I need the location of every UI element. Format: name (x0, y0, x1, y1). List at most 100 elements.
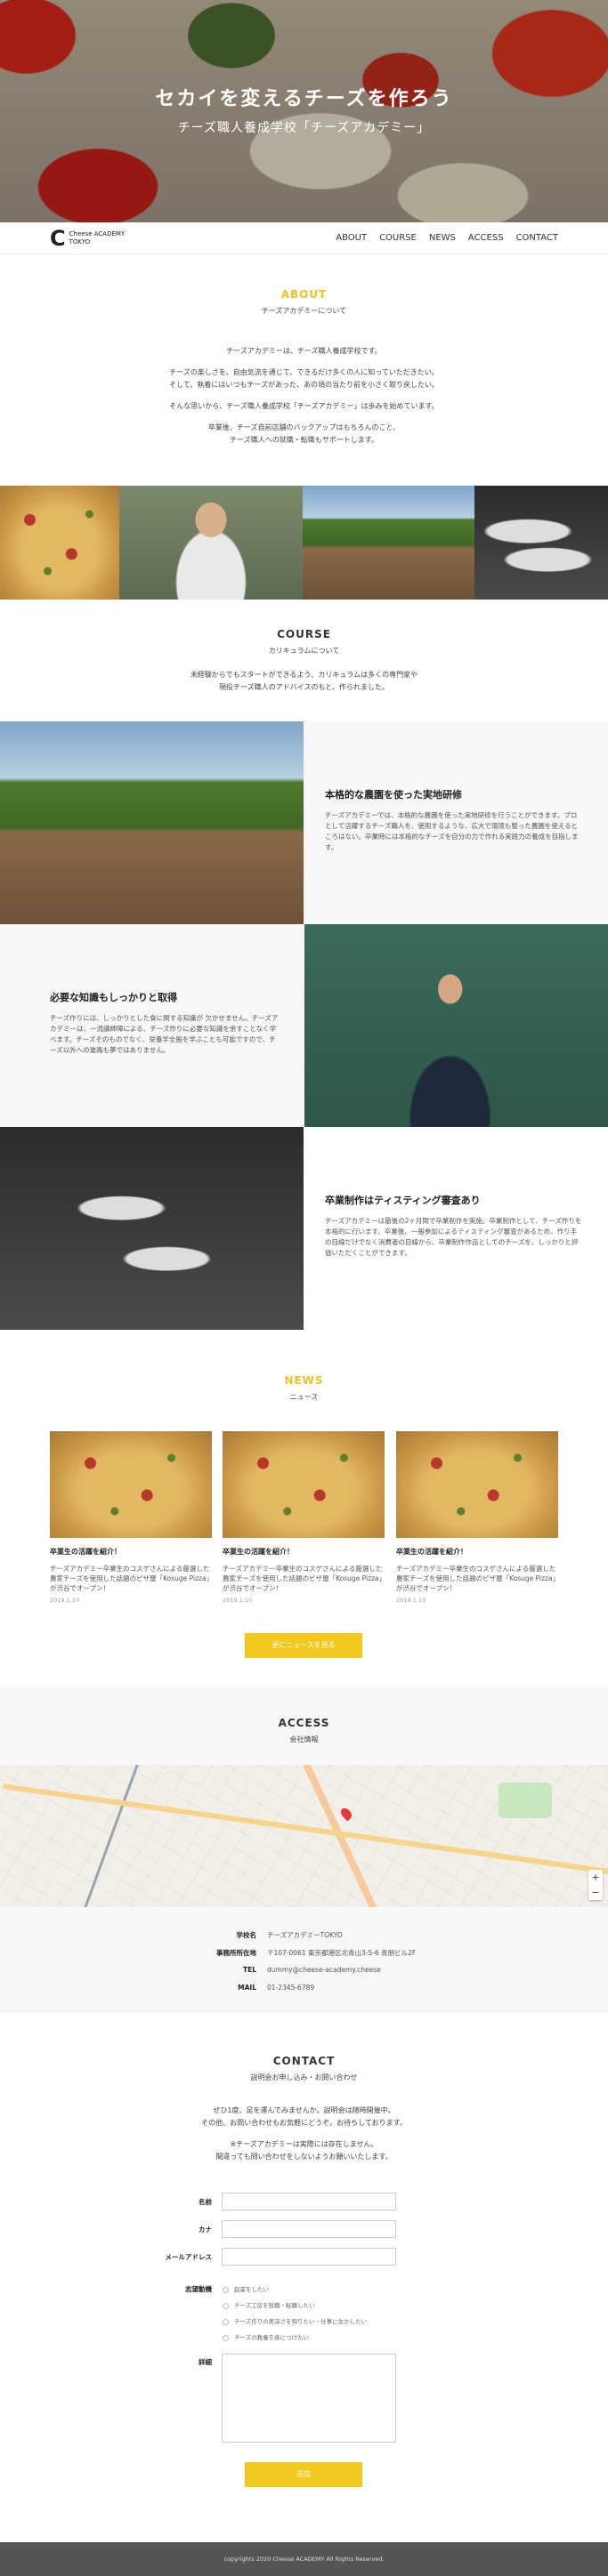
nav-menu: ABOUT COURSE NEWS ACCESS CONTACT (336, 233, 558, 243)
logo-city: TOKYO (69, 238, 91, 246)
about-subtitle: チーズアカデミーについて (261, 307, 347, 315)
motive-label: 志望動機 (185, 2285, 212, 2293)
copyright: copyrights 2020 Cheese ACADEMY All Right… (223, 2556, 385, 2563)
info-key: 事務所所在地 (216, 1949, 256, 1957)
news-heading: NEWS ニュース (0, 1374, 608, 1402)
info-value: dummy@cheese-academy.cheese (267, 1966, 381, 1974)
access-map[interactable]: + − (0, 1765, 608, 1907)
hero-title: セカイを変えるチーズを作ろう (155, 88, 453, 110)
course-block-body: チーズアカデミーは最後の2ヶ月間で卒業制作を実施。卒業制作として、チーズ作りを本… (325, 1217, 582, 1257)
course-block-heading: 必要な知識もしっかりと取得 (50, 992, 177, 1003)
motive-option[interactable]: チーズ作りの奥深さを知りたい・仕事に生かしたい (223, 2316, 367, 2325)
motive-option[interactable]: チーズの教養を身につけたい (223, 2332, 309, 2341)
email-field[interactable] (222, 2248, 396, 2266)
contact-paragraph: ぜひ1度、足を運んでみませんか。説明会は随時開催中。 (213, 2106, 395, 2114)
about-paragraph: そして、執着にはいつもチーズがあった、あの頃の当たり前を小さく取り戻したい。 (169, 381, 439, 389)
course-block-tasting: 卒業制作はティスティング審査あり チーズアカデミーは最後の2ヶ月間で卒業制作を実… (0, 1127, 608, 1330)
news-card-date: 2019.1.10 (223, 1597, 253, 1604)
map-pin-icon (338, 1806, 354, 1822)
about-paragraph: チーズ職人への就職・転職もサポートします。 (230, 436, 378, 444)
info-key: 学校名 (236, 1931, 257, 1939)
news-card-title: 卒業生の活躍を紹介！ (50, 1548, 121, 1556)
course-intro-line: 現役チーズ職人のアドバイスのもと、作られました。 (219, 683, 389, 691)
news-card-title: 卒業生の活躍を紹介！ (396, 1548, 467, 1556)
about-paragraph: そんな思いから、チーズ職人養成学校「チーズアカデミー」は歩みを始めています。 (169, 402, 439, 410)
news-card-date: 2019.1.10 (50, 1597, 80, 1604)
radio-icon[interactable] (223, 2334, 229, 2341)
course-block-farm: 本格的な農園を使った実地研修 チーズアカデミーでは、本格的な農園を使った実地研修… (0, 721, 608, 924)
global-nav: C Cheese ACADEMY TOKYO ABOUT COURSE NEWS… (0, 222, 608, 254)
about-title: ABOUT (280, 288, 328, 301)
photo-pizza (0, 486, 119, 600)
kana-label: カナ (199, 2226, 212, 2234)
news-title: NEWS (284, 1374, 324, 1387)
kana-field[interactable] (222, 2220, 396, 2238)
nav-item-about[interactable]: ABOUT (336, 233, 367, 243)
news-subtitle: ニュース (289, 1393, 319, 1401)
course-block-body: チーズ作りには、しっかりとした食に関する知識が 欠かせません。チーズアカデミーは… (50, 1014, 279, 1054)
course-intro: 未経験からでもスタートができるよう、カリキュラムは多くの専門家や 現役チーズ職人… (0, 669, 608, 694)
photo-chef (119, 486, 303, 600)
photo-farm (303, 486, 474, 600)
news-image (396, 1431, 558, 1538)
hero-banner: セカイを変えるチーズを作ろう チーズ職人養成学校「チーズアカデミー」 (0, 0, 608, 222)
course-subtitle: カリキュラムについて (268, 647, 340, 655)
radio-icon[interactable] (223, 2318, 229, 2325)
about-heading: ABOUT チーズアカデミーについて (0, 288, 608, 316)
contact-title: CONTACT (272, 2055, 336, 2067)
photo-kitchen (474, 486, 608, 600)
access-subtitle: 会社情報 (289, 1735, 319, 1743)
news-image (223, 1431, 385, 1538)
info-key: TEL (242, 1966, 256, 1974)
detail-textarea[interactable] (222, 2354, 396, 2443)
course-heading: COURSE カリキュラムについて (0, 628, 608, 656)
email-label: メールアドレス (165, 2253, 213, 2261)
contact-text: ぜひ1度、足を運んでみませんか。説明会は随時開催中。 その他、お問い合わせもお気… (0, 2105, 608, 2163)
course-title: COURSE (277, 628, 331, 640)
news-card[interactable]: 卒業生の活躍を紹介！ チーズアカデミー卒業生のコスゲさんによる厳選した農家チーズ… (396, 1431, 558, 1604)
contact-paragraph: その他、お問い合わせもお気軽にどうぞ。お待ちしております。 (201, 2119, 407, 2127)
contact-paragraph: ※チーズアカデミーは実際には存在しません。 (230, 2140, 378, 2148)
course-block-heading: 卒業制作はティスティング審査あり (325, 1195, 481, 1206)
radio-icon[interactable] (223, 2286, 229, 2293)
contact-paragraph: 間違っても問い合わせをしないようお願いいたします。 (215, 2153, 393, 2161)
news-card-date: 2019.1.10 (396, 1597, 426, 1604)
news-card-body: チーズアカデミー卒業生のコスゲさんによる厳選した農家チーズを使用した話題のピザ屋… (223, 1565, 383, 1592)
about-paragraph: チーズアカデミーは、チーズ職人養成学校です。 (226, 347, 382, 355)
map-zoom-control[interactable]: + − (588, 1870, 603, 1900)
submit-button[interactable]: 送信 (245, 2462, 362, 2487)
nav-item-access[interactable]: ACCESS (468, 233, 504, 243)
nav-item-news[interactable]: NEWS (429, 233, 456, 243)
course-intro-line: 未経験からでもスタートができるよう、カリキュラムは多くの専門家や (190, 671, 418, 679)
news-card-title: 卒業生の活躍を紹介！ (223, 1548, 294, 1556)
news-image (50, 1431, 212, 1538)
news-card-body: チーズアカデミー卒業生のコスゲさんによる厳選した農家チーズを使用した話題のピザ屋… (396, 1565, 556, 1592)
logo-name: Cheese ACADEMY (69, 230, 126, 237)
detail-label: 詳細 (199, 2358, 212, 2366)
nav-item-contact[interactable]: CONTACT (516, 233, 558, 243)
news-card-body: チーズアカデミー卒業生のコスゲさんによる厳選した農家チーズを使用した話題のピザ屋… (50, 1565, 210, 1592)
info-value: 01-2345-6789 (267, 1984, 315, 1992)
access-heading: ACCESS 会社情報 (0, 1717, 608, 1744)
news-card[interactable]: 卒業生の活躍を紹介！ チーズアカデミー卒業生のコスゲさんによる厳選した農家チーズ… (50, 1431, 212, 1604)
footer: copyrights 2020 Cheese ACADEMY All Right… (0, 2542, 608, 2576)
info-value: チーズアカデミーTOKYO (267, 1931, 343, 1939)
site-logo[interactable]: C Cheese ACADEMY TOKYO (50, 228, 125, 249)
about-paragraph: 卒業後、チーズ自前店舗のバックアップはもちろんのこと、 (207, 423, 401, 431)
name-field[interactable] (222, 2193, 396, 2210)
access-title: ACCESS (278, 1717, 330, 1729)
logo-mark: C (50, 226, 66, 251)
hero-subtitle: チーズ職人養成学校「チーズアカデミー」 (177, 121, 431, 135)
news-card[interactable]: 卒業生の活躍を紹介！ チーズアカデミー卒業生のコスゲさんによる厳選した農家チーズ… (223, 1431, 385, 1604)
nav-item-course[interactable]: COURSE (379, 233, 417, 243)
info-key: MAIL (238, 1984, 256, 1992)
contact-heading: CONTACT 説明会お申し込み・お問い合わせ (0, 2055, 608, 2082)
info-value: 〒107-0061 東京都港区北青山3-5-6 青朋ビル2F (267, 1949, 417, 1957)
farm-image (0, 721, 304, 924)
course-block-heading: 本格的な農園を使った実地研修 (325, 789, 462, 801)
radio-icon[interactable] (223, 2302, 229, 2309)
motive-option[interactable]: チーズ工房を就職・転職したい (223, 2300, 315, 2309)
more-news-button[interactable]: 更にニュースを見る (245, 1633, 362, 1658)
motive-option[interactable]: 起業をしたい (223, 2284, 269, 2293)
about-text: チーズアカデミーは、チーズ職人養成学校です。 チーズの楽しさを、自由気流を通じて… (0, 345, 608, 447)
